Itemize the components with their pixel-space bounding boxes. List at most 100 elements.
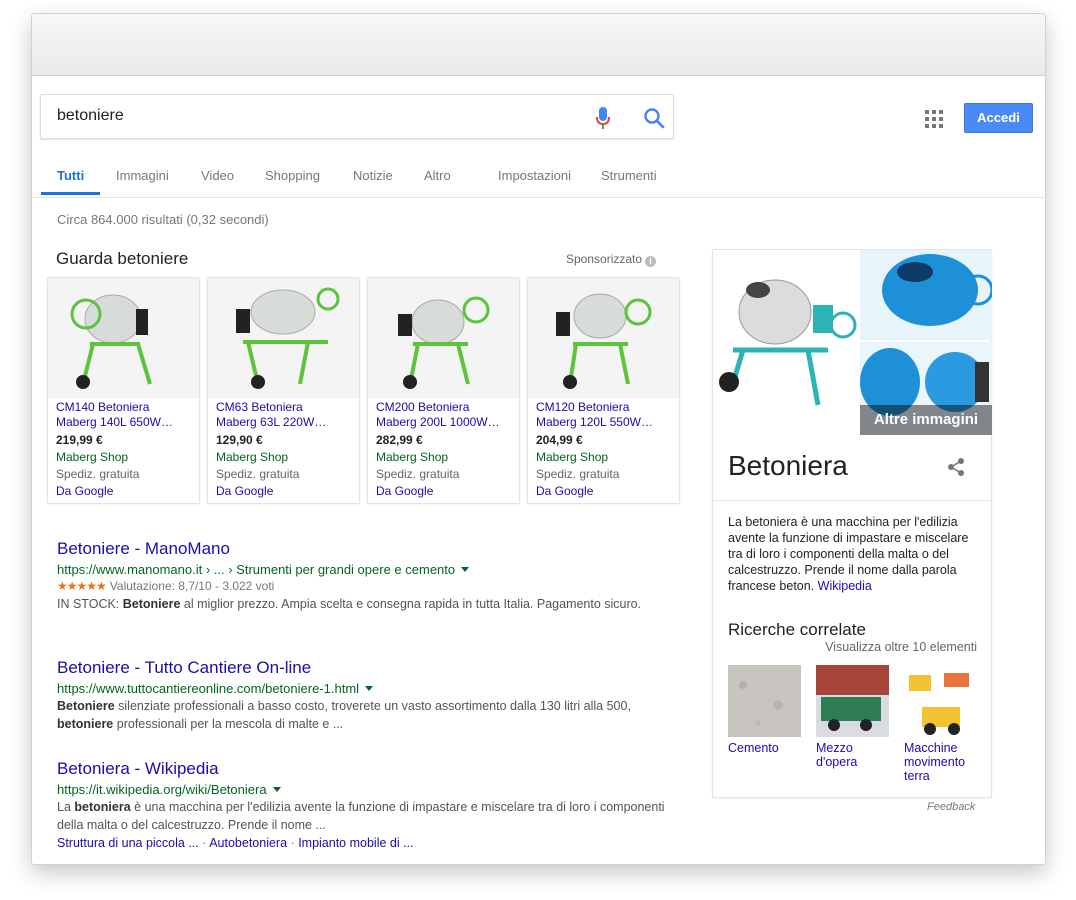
kp-description: La betoniera è una macchina per l'ediliz…	[728, 515, 969, 593]
feedback-link[interactable]: Feedback	[927, 801, 975, 813]
rating-stars: ★★★★★	[57, 579, 107, 593]
truck-photo	[816, 665, 889, 737]
product-title[interactable]: CM140 Betoniera Maberg 140L 650W…	[56, 400, 194, 430]
result-stats: Circa 864.000 risultati (0,32 secondi)	[57, 212, 269, 227]
search-result: Betoniere - ManoMano https://www.manoman…	[57, 539, 667, 613]
result-sitelinks: Struttura di una piccola ... · Autobeton…	[57, 836, 414, 850]
sponsored-text: Sponsorizzato	[566, 252, 643, 266]
search-input[interactable]	[57, 107, 577, 125]
result-url-text: https://www.tuttocantiereonline.com/beto…	[57, 681, 360, 696]
tab-altro[interactable]: Altro	[424, 168, 451, 183]
sitelink[interactable]: Impianto mobile di ...	[298, 836, 413, 850]
product-title[interactable]: CM120 Betoniera Maberg 120L 550W…	[536, 400, 674, 430]
product-store: Maberg Shop	[536, 450, 609, 464]
caret-down-icon[interactable]	[365, 686, 374, 691]
result-url: https://it.wikipedia.org/wiki/Betoniera	[57, 781, 667, 798]
microphone-icon[interactable]	[595, 106, 611, 130]
search-result: Betoniera - Wikipedia https://it.wikiped…	[57, 759, 667, 852]
search-icon[interactable]	[643, 107, 665, 129]
tab-tutti[interactable]: Tutti	[57, 168, 84, 183]
related-item[interactable]: Macchine movimento terra	[904, 665, 977, 783]
signin-button[interactable]: Accedi	[964, 103, 1033, 133]
apps-grid-icon[interactable]	[925, 110, 943, 128]
share-icon[interactable]	[946, 457, 966, 477]
tab-video[interactable]: Video	[201, 168, 234, 183]
product-card[interactable]: CM120 Betoniera Maberg 120L 550W… 204,99 …	[527, 277, 680, 504]
earth-moving-machines-photo	[904, 665, 977, 737]
kp-image[interactable]	[860, 250, 992, 340]
product-shipping: Spediz. gratuita	[376, 467, 460, 481]
caret-down-icon[interactable]	[461, 567, 470, 572]
product-source-link[interactable]: Da Google	[216, 484, 273, 498]
view-more-link[interactable]: Visualizza oltre 10 elementi	[825, 640, 977, 654]
tab-strumenti[interactable]: Strumenti	[601, 168, 657, 183]
result-snippet: IN STOCK: Betoniere al miglior prezzo. A…	[57, 597, 642, 611]
active-tab-indicator	[41, 192, 100, 195]
rating-text: Valutazione: 8,7/10 - 3.022 voti	[109, 579, 275, 593]
product-card[interactable]: CM200 Betoniera Maberg 200L 1000W… 282,99…	[367, 277, 520, 504]
product-title[interactable]: CM63 Betoniera Maberg 63L 220W…	[216, 400, 354, 430]
related-label[interactable]: Cemento	[728, 741, 801, 755]
search-result: Betoniere - Tutto Cantiere On-line https…	[57, 658, 667, 733]
product-shipping: Spediz. gratuita	[216, 467, 300, 481]
browser-toolbar	[32, 14, 1045, 76]
product-shipping: Spediz. gratuita	[536, 467, 620, 481]
result-url-text: https://www.manomano.it › ... › Strument…	[57, 562, 456, 577]
kp-main-image[interactable]	[713, 250, 858, 435]
related-searches-title: Ricerche correlate	[728, 620, 866, 639]
sponsored-label[interactable]: Sponsorizzato i	[566, 252, 657, 267]
related-label[interactable]: Mezzo d'opera	[816, 741, 889, 769]
kp-source-link[interactable]: Wikipedia	[818, 579, 872, 593]
related-item[interactable]: Cemento	[728, 665, 801, 755]
knowledge-panel: Altre immagini Betoniera La betoniera è …	[712, 249, 992, 798]
tab-impostazioni[interactable]: Impostazioni	[498, 168, 571, 183]
product-image[interactable]	[48, 278, 199, 398]
product-store: Maberg Shop	[216, 450, 289, 464]
product-price: 204,99 €	[536, 433, 583, 447]
related-item[interactable]: Mezzo d'opera	[816, 665, 889, 769]
search-tabs: Tutti Immagini Video Shopping Notizie Al…	[32, 154, 1045, 198]
browser-window: Accedi Tutti Immagini Video Shopping Not…	[31, 13, 1046, 865]
product-store: Maberg Shop	[376, 450, 449, 464]
result-url: https://www.manomano.it › ... › Strument…	[57, 561, 667, 578]
concrete-photo	[728, 665, 801, 737]
tab-notizie[interactable]: Notizie	[353, 168, 393, 183]
more-images-button[interactable]: Altre immagini	[860, 405, 992, 435]
cement-mixer-image	[398, 296, 490, 389]
sitelink[interactable]: Struttura di una piccola ...	[57, 836, 199, 850]
result-title-link[interactable]: Betoniere - Tutto Cantiere On-line	[57, 658, 667, 678]
product-image[interactable]	[528, 278, 679, 398]
result-url: https://www.tuttocantiereonline.com/beto…	[57, 680, 667, 697]
result-title-link[interactable]: Betoniere - ManoMano	[57, 539, 667, 559]
related-thumbnail[interactable]	[728, 665, 801, 737]
search-box[interactable]	[40, 94, 674, 139]
sitelink[interactable]: Autobetoniera	[209, 836, 287, 850]
product-source-link[interactable]: Da Google	[376, 484, 433, 498]
product-source-link[interactable]: Da Google	[56, 484, 113, 498]
cement-mixer-image	[556, 293, 652, 389]
product-image[interactable]	[368, 278, 519, 398]
related-thumbnail[interactable]	[816, 665, 889, 737]
related-thumbnail[interactable]	[904, 665, 977, 737]
result-snippet: Betoniere silenziate professionali a bas…	[57, 699, 631, 731]
product-card[interactable]: CM140 Betoniera Maberg 140L 650W… 219,99 …	[47, 277, 200, 504]
related-label[interactable]: Macchine movimento terra	[904, 741, 977, 783]
product-image[interactable]	[208, 278, 359, 398]
product-card[interactable]: CM63 Betoniera Maberg 63L 220W… 129,90 € …	[207, 277, 360, 504]
tab-shopping[interactable]: Shopping	[265, 168, 320, 183]
blue-mixer-photo	[860, 250, 992, 340]
product-price: 282,99 €	[376, 433, 423, 447]
product-price: 129,90 €	[216, 433, 263, 447]
cement-mixer-photo	[719, 279, 857, 406]
product-source-link[interactable]: Da Google	[536, 484, 593, 498]
product-shipping: Spediz. gratuita	[56, 467, 140, 481]
result-rating: ★★★★★ Valutazione: 8,7/10 - 3.022 voti	[57, 578, 667, 595]
info-icon[interactable]: i	[645, 256, 657, 267]
product-title[interactable]: CM200 Betoniera Maberg 200L 1000W…	[376, 400, 514, 430]
caret-down-icon[interactable]	[272, 787, 281, 792]
product-price: 219,99 €	[56, 433, 103, 447]
cement-mixer-image	[236, 287, 340, 389]
tab-immagini[interactable]: Immagini	[116, 168, 169, 183]
result-title-link[interactable]: Betoniera - Wikipedia	[57, 759, 667, 779]
shopping-title: Guarda betoniere	[56, 249, 189, 268]
